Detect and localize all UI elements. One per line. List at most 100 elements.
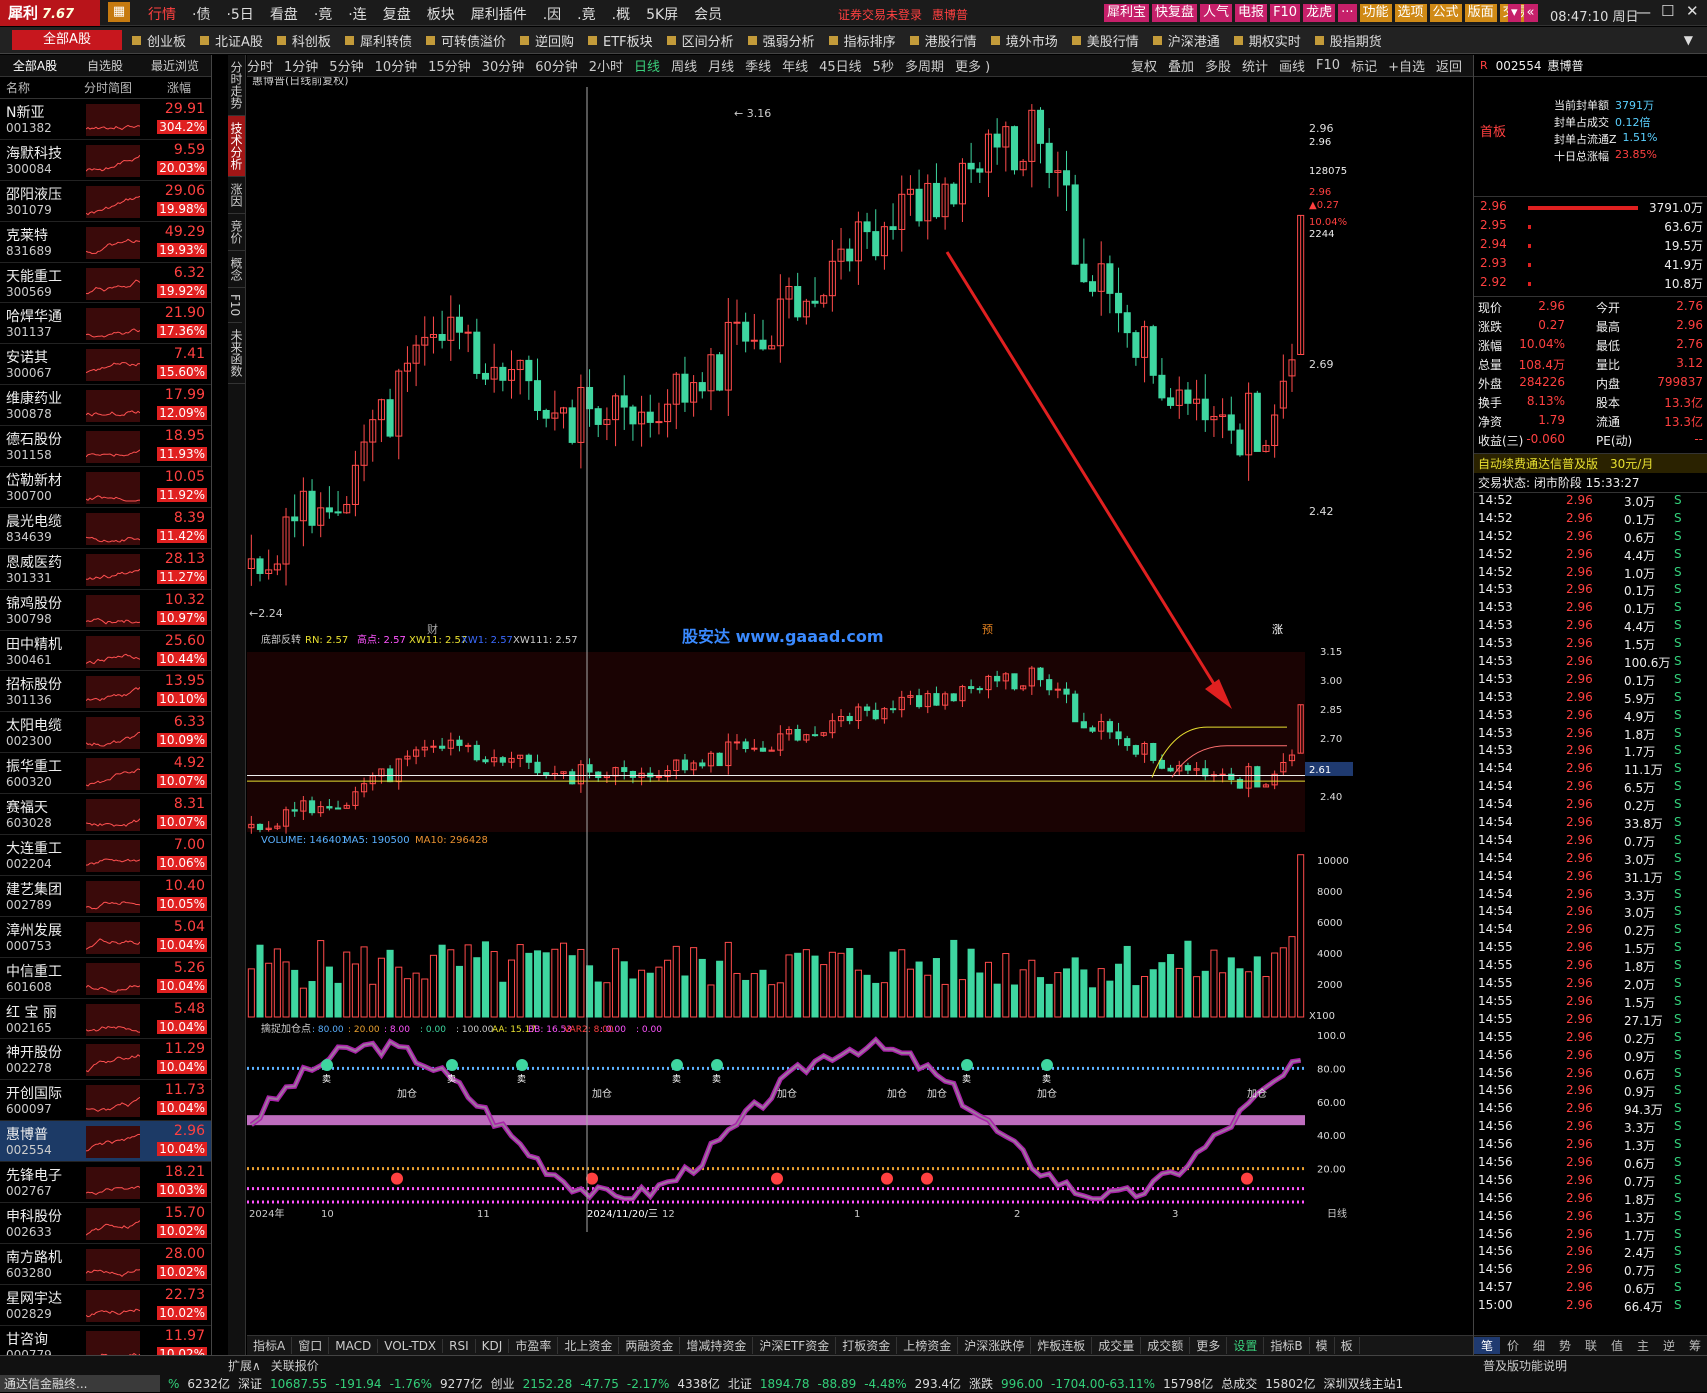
- stock-row[interactable]: 晨光电缆 834639 8.39 11.42%: [0, 508, 211, 549]
- tab-watchlist[interactable]: 自选股: [70, 57, 140, 74]
- side-tab-5[interactable]: F10: [228, 288, 242, 324]
- top-button-9[interactable]: 公式: [1429, 4, 1462, 22]
- side-tab-1[interactable]: 技术分析: [228, 116, 245, 177]
- quote-tab-7[interactable]: 逆: [1656, 1337, 1682, 1354]
- quote-tab-4[interactable]: 联: [1578, 1337, 1604, 1354]
- top-button-2[interactable]: 人气: [1200, 4, 1233, 22]
- indicator-tab-17[interactable]: 更多: [1190, 1337, 1228, 1354]
- event-marker[interactable]: 预: [982, 623, 993, 636]
- stock-row[interactable]: N新亚 001382 29.91 304.2%: [0, 99, 211, 140]
- indicator-tab-5[interactable]: KDJ: [476, 1338, 510, 1353]
- toolbar-action-1[interactable]: 叠加: [1168, 56, 1194, 75]
- period-tab-16[interactable]: 更多 ): [955, 56, 990, 75]
- period-tab-9[interactable]: 周线: [671, 56, 697, 75]
- period-tab-3[interactable]: 10分钟: [375, 56, 418, 75]
- stock-row[interactable]: 中信重工 601608 5.26 10.04%: [0, 958, 211, 999]
- indicator-tab-1[interactable]: 窗口: [292, 1337, 330, 1354]
- menu-item-4[interactable]: ·竟: [314, 4, 332, 24]
- period-tab-10[interactable]: 月线: [708, 56, 734, 75]
- toolbar-action-5[interactable]: F10: [1316, 58, 1340, 73]
- market-tab-12[interactable]: 境外市场: [990, 31, 1058, 50]
- quote-tab-3[interactable]: 势: [1552, 1337, 1578, 1354]
- grid-icon[interactable]: ▦: [108, 2, 130, 22]
- indicator-tab-6[interactable]: 市盈率: [509, 1337, 559, 1354]
- indicator-tab-10[interactable]: 沪深ETF资金: [753, 1337, 837, 1354]
- promo-bar[interactable]: 自动续费通达信普及版 30元/月: [1474, 454, 1707, 473]
- period-tab-2[interactable]: 5分钟: [329, 56, 363, 75]
- period-tab-6[interactable]: 60分钟: [535, 56, 578, 75]
- stock-row[interactable]: 申科股份 002633 15.70 10.02%: [0, 1203, 211, 1244]
- indicator-tab-0[interactable]: 指标A: [247, 1337, 293, 1354]
- related-quote-button[interactable]: 关联报价: [271, 1357, 319, 1374]
- market-tab-2[interactable]: 北证A股: [200, 31, 263, 50]
- stock-row[interactable]: 哈焊华通 301137 21.90 17.36%: [0, 303, 211, 345]
- period-tab-1[interactable]: 1分钟: [284, 56, 318, 75]
- login-notice[interactable]: 证券交易未登录: [838, 6, 922, 23]
- indicator-tab-20[interactable]: 模: [1310, 1337, 1335, 1354]
- double-left-icon[interactable]: «: [1523, 4, 1538, 22]
- period-tab-5[interactable]: 30分钟: [482, 56, 525, 75]
- market-tab-6[interactable]: 逆回购: [519, 31, 574, 50]
- period-tab-8[interactable]: 日线: [634, 56, 660, 75]
- tab-all-a-stocks[interactable]: 全部A股: [0, 57, 70, 74]
- event-marker[interactable]: 财: [427, 622, 438, 636]
- minimize-icon[interactable]: —: [1636, 3, 1651, 21]
- indicator-tab-2[interactable]: MACD: [329, 1338, 379, 1353]
- stock-row[interactable]: 惠博普 002554 2.96 10.04%: [0, 1121, 211, 1163]
- indicator-tab-12[interactable]: 上榜资金: [897, 1337, 959, 1354]
- header-sparkline[interactable]: 分时简图: [84, 79, 132, 96]
- header-pct[interactable]: 涨幅: [167, 79, 191, 96]
- ask-row[interactable]: 2.95 63.6万: [1474, 218, 1707, 237]
- menu-item-8[interactable]: 犀利插件: [471, 4, 527, 24]
- quote-tab-1[interactable]: 价: [1500, 1337, 1526, 1354]
- version-info-link[interactable]: 普及版功能说明: [1483, 1357, 1567, 1374]
- market-tab-7[interactable]: ETF板块: [587, 31, 653, 50]
- stock-row[interactable]: 先锋电子 002767 18.21 10.03%: [0, 1162, 211, 1204]
- maximize-icon[interactable]: ☐: [1661, 2, 1674, 20]
- toolbar-action-4[interactable]: 画线: [1279, 56, 1305, 75]
- ask-row[interactable]: 2.92 10.8万: [1474, 275, 1707, 294]
- stock-row[interactable]: 田中精机 300461 25.60 10.44%: [0, 631, 211, 672]
- toolbar-action-6[interactable]: 标记: [1351, 56, 1377, 75]
- period-tab-14[interactable]: 5秒: [873, 56, 894, 75]
- indicator-tab-7[interactable]: 北上资金: [558, 1337, 620, 1354]
- stock-row[interactable]: 红 宝 丽 002165 5.48 10.04%: [0, 999, 211, 1040]
- stock-row[interactable]: 南方路机 603280 28.00 10.02%: [0, 1244, 211, 1285]
- close-icon[interactable]: ✕: [1686, 2, 1699, 20]
- top-button-0[interactable]: 犀利宝: [1104, 4, 1150, 22]
- indicator-tab-8[interactable]: 两融资金: [619, 1337, 681, 1354]
- stock-row[interactable]: 神开股份 002278 11.29 10.04%: [0, 1039, 211, 1081]
- menu-item-7[interactable]: 板块: [427, 4, 455, 24]
- ask-row[interactable]: 2.94 19.5万: [1474, 237, 1707, 256]
- period-tab-11[interactable]: 季线: [745, 56, 771, 75]
- period-tab-15[interactable]: 多周期: [905, 56, 944, 75]
- stock-row[interactable]: 德石股份 301158 18.95 11.93%: [0, 426, 211, 468]
- toolbar-action-3[interactable]: 统计: [1242, 56, 1268, 75]
- ask-row[interactable]: 2.93 41.9万: [1474, 256, 1707, 275]
- toolbar-action-7[interactable]: +自选: [1388, 56, 1425, 75]
- menu-item-10[interactable]: .竟: [577, 4, 595, 24]
- side-tab-6[interactable]: 未来函数: [228, 323, 245, 385]
- tabs-dropdown-icon[interactable]: ▼: [1684, 33, 1693, 47]
- top-button-10[interactable]: 版面: [1464, 4, 1497, 22]
- expand-button[interactable]: 扩展∧: [228, 1357, 261, 1374]
- menu-item-3[interactable]: 看盘: [270, 4, 298, 24]
- stock-row[interactable]: 招标股份 301136 13.95 10.10%: [0, 671, 211, 713]
- stock-row[interactable]: 太阳电缆 002300 6.33 10.09%: [0, 712, 211, 754]
- indicator-tab-15[interactable]: 成交量: [1092, 1337, 1142, 1354]
- stock-row[interactable]: 建艺集团 002789 10.40 10.05%: [0, 876, 211, 917]
- market-tab-9[interactable]: 强弱分析: [747, 31, 815, 50]
- tab-all-a[interactable]: 全部A股: [12, 30, 122, 50]
- stock-row[interactable]: 邵阳液压 301079 29.06 19.98%: [0, 181, 211, 222]
- stock-row[interactable]: 星网宇达 002829 22.73 10.02%: [0, 1285, 211, 1326]
- market-tab-16[interactable]: 股指期货: [1314, 31, 1382, 50]
- quote-tab-8[interactable]: 筹: [1682, 1337, 1707, 1354]
- toolbar-action-8[interactable]: 返回: [1436, 56, 1462, 75]
- header-name[interactable]: 名称: [6, 79, 30, 96]
- market-tab-1[interactable]: 创业板: [132, 31, 186, 50]
- menu-item-1[interactable]: ·债: [192, 4, 210, 24]
- indicator-tab-4[interactable]: RSI: [443, 1338, 476, 1353]
- indicator-tab-16[interactable]: 成交额: [1141, 1337, 1191, 1354]
- stock-row[interactable]: 恩威医药 301331 28.13 11.27%: [0, 549, 211, 590]
- menu-item-0[interactable]: 行情: [148, 4, 176, 24]
